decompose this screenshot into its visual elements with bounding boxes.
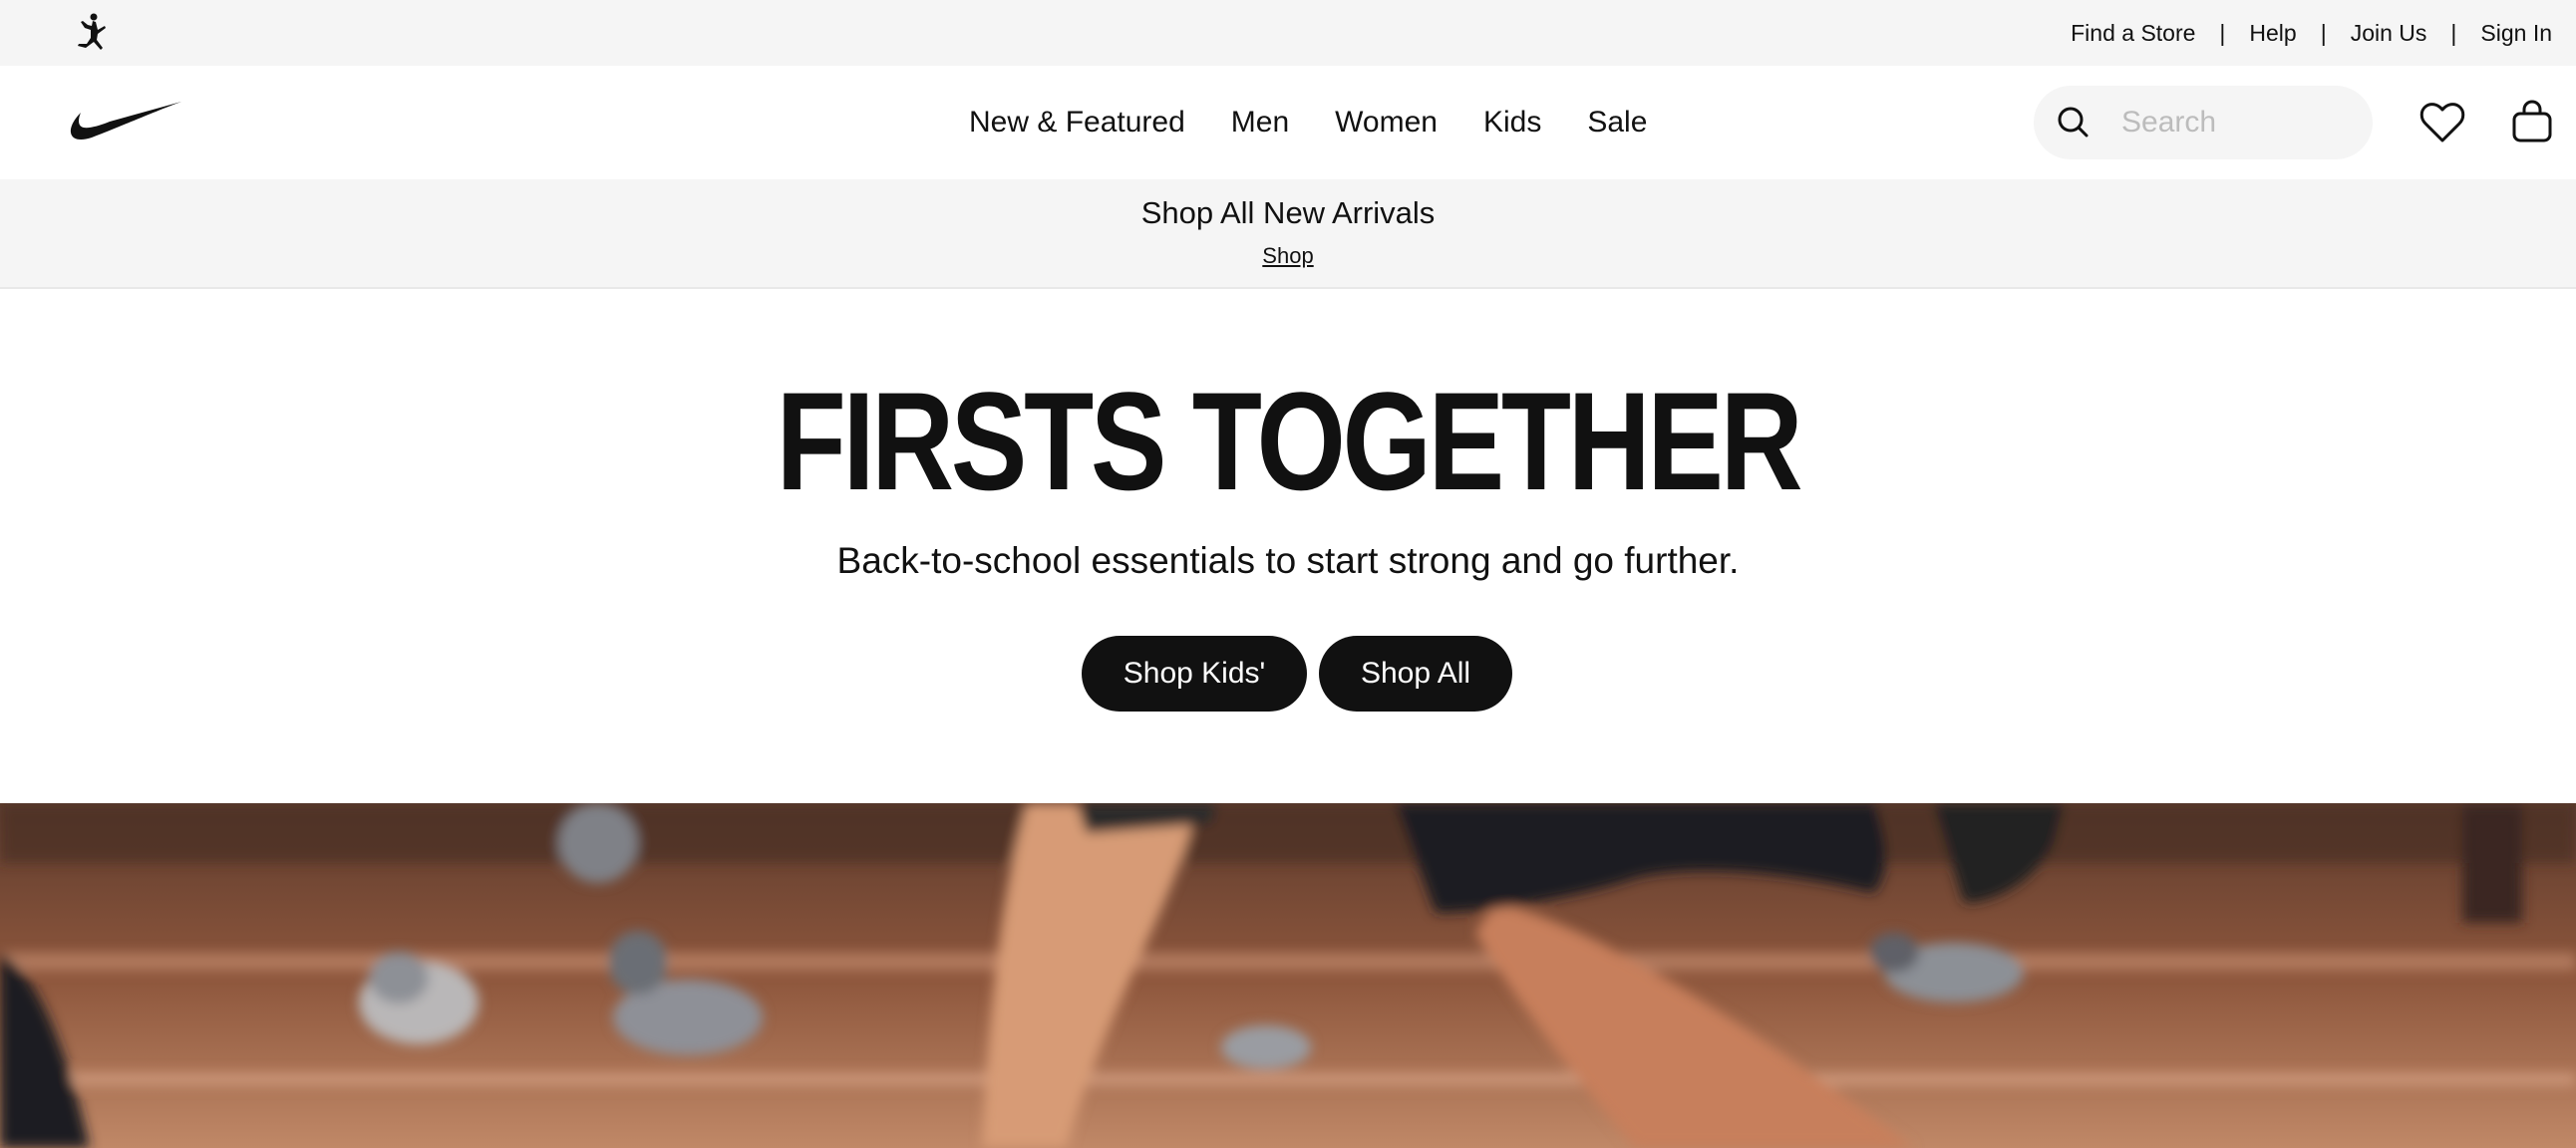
- promo-shop-link[interactable]: Shop: [0, 243, 2576, 269]
- hero-title: FIRSTS TOGETHER: [776, 363, 1803, 519]
- search-icon[interactable]: [2052, 101, 2095, 144]
- jordan-logo-icon[interactable]: [72, 12, 114, 52]
- search-box[interactable]: [2034, 86, 2373, 159]
- nav-item-men[interactable]: Men: [1231, 106, 1289, 140]
- separator: |: [2450, 19, 2457, 46]
- nav-item-women[interactable]: Women: [1335, 106, 1438, 140]
- heart-icon[interactable]: [2418, 100, 2466, 145]
- hero-buttons: Shop Kids' Shop All: [0, 636, 2576, 712]
- hero-photo: [0, 803, 2576, 1148]
- join-us-link[interactable]: Join Us: [2351, 20, 2427, 47]
- main-nav: New & Featured Men Women Kids Sale: [0, 66, 2576, 179]
- shop-all-button[interactable]: Shop All: [1319, 636, 1512, 712]
- hero-image[interactable]: [0, 803, 2576, 1148]
- nav-item-new-featured[interactable]: New & Featured: [969, 106, 1185, 140]
- promo-banner: Shop All New Arrivals Shop: [0, 179, 2576, 289]
- sign-in-link[interactable]: Sign In: [2480, 20, 2552, 47]
- help-link[interactable]: Help: [2249, 20, 2296, 47]
- primary-nav: New & Featured Men Women Kids Sale: [969, 66, 1693, 179]
- nike-swoosh-icon[interactable]: [70, 100, 183, 142]
- separator: |: [2219, 19, 2226, 46]
- separator: |: [2320, 19, 2327, 46]
- search-input[interactable]: [2121, 100, 2351, 145]
- utility-links: Find a Store | Help | Join Us | Sign In: [2071, 0, 2552, 66]
- nav-item-kids[interactable]: Kids: [1483, 106, 1541, 140]
- bag-icon[interactable]: [2510, 99, 2554, 144]
- find-store-link[interactable]: Find a Store: [2071, 20, 2195, 47]
- hero-subtitle: Back-to-school essentials to start stron…: [836, 540, 1740, 581]
- utility-bar: Find a Store | Help | Join Us | Sign In: [0, 0, 2576, 66]
- shop-kids-button[interactable]: Shop Kids': [1082, 636, 1307, 712]
- nav-item-sale[interactable]: Sale: [1587, 106, 1647, 140]
- promo-title: Shop All New Arrivals: [1140, 195, 1436, 230]
